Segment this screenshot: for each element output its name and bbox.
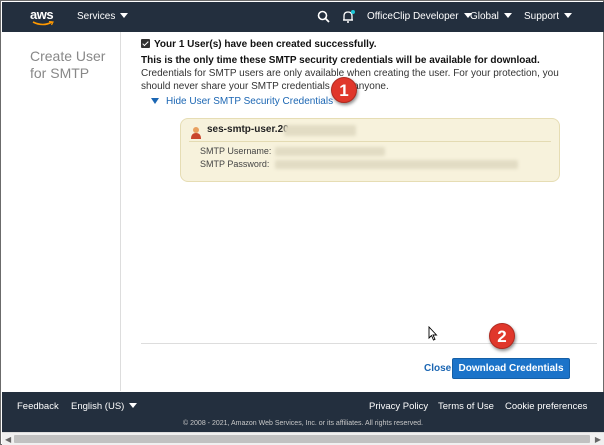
user-icon (191, 127, 201, 139)
top-navigation: aws Services OfficeClip Developer Global (2, 2, 604, 32)
close-link[interactable]: Close (424, 363, 451, 374)
smtp-username-label: SMTP Username: (200, 146, 272, 156)
scroll-right-arrow-icon[interactable]: ▶ (595, 435, 601, 444)
services-menu[interactable]: Services (77, 11, 129, 22)
services-label: Services (77, 11, 116, 22)
page-title: Create User for SMTP (30, 48, 106, 81)
mouse-cursor-icon (428, 326, 438, 341)
window-frame: aws Services OfficeClip Developer Global (0, 0, 604, 445)
account-menu[interactable]: OfficeClip Developer (367, 11, 472, 22)
support-label: Support (524, 11, 560, 22)
footer: Feedback English (US) Privacy Policy Ter… (2, 392, 604, 432)
credentials-notice: This is the only time these SMTP securit… (141, 54, 581, 93)
smtp-user-name: ses-smtp-user.20 (207, 124, 289, 135)
divider (189, 141, 551, 142)
callout-badge-2: 2 (489, 323, 515, 349)
notice-bold-text: This is the only time these SMTP securit… (141, 55, 540, 66)
success-message: Your 1 User(s) have been created success… (141, 39, 377, 50)
smtp-password-label: SMTP Password: (200, 159, 270, 169)
callout-badge-1: 1 (331, 77, 357, 103)
redacted-smtp-password (275, 160, 518, 169)
account-label: OfficeClip Developer (367, 11, 459, 22)
copyright-text: © 2008 - 2021, Amazon Web Services, Inc.… (183, 420, 423, 427)
success-text: Your 1 User(s) have been created success… (154, 39, 377, 50)
aws-logo[interactable]: aws (30, 7, 58, 27)
bell-icon[interactable] (341, 9, 356, 24)
actions-divider (141, 343, 597, 344)
language-selector[interactable]: English (US) (71, 401, 138, 412)
cookie-preferences-link[interactable]: Cookie preferences (505, 401, 587, 412)
aws-smile-icon (32, 21, 54, 26)
scrollbar-thumb[interactable] (14, 435, 590, 443)
region-label: Global (470, 11, 499, 22)
chevron-down-icon (564, 13, 573, 18)
search-icon[interactable] (317, 10, 330, 23)
region-menu[interactable]: Global (470, 11, 512, 22)
chevron-down-icon (129, 403, 138, 408)
sidebar: Create User for SMTP (2, 32, 121, 391)
checkbox-icon (141, 39, 150, 48)
support-menu[interactable]: Support (524, 11, 573, 22)
redacted-smtp-username (275, 147, 385, 156)
triangle-down-icon (151, 98, 159, 104)
toggle-label: Hide User SMTP Security Credentials (166, 96, 334, 107)
aws-logo-text: aws (30, 7, 54, 22)
language-label: English (US) (71, 401, 125, 412)
chevron-down-icon (503, 13, 512, 18)
scroll-left-arrow-icon[interactable]: ◀ (5, 435, 11, 444)
download-credentials-button[interactable]: Download Credentials (452, 358, 570, 379)
credentials-panel: ses-smtp-user.20 SMTP Username: SMTP Pas… (180, 118, 560, 182)
terms-of-use-link[interactable]: Terms of Use (438, 401, 494, 412)
horizontal-scrollbar[interactable]: ◀ ▶ (2, 432, 604, 445)
redacted-user-suffix (284, 125, 356, 136)
feedback-link[interactable]: Feedback (17, 401, 59, 412)
hide-credentials-toggle[interactable]: Hide User SMTP Security Credentials (151, 96, 333, 107)
chevron-down-icon (120, 13, 129, 18)
privacy-policy-link[interactable]: Privacy Policy (369, 401, 428, 412)
